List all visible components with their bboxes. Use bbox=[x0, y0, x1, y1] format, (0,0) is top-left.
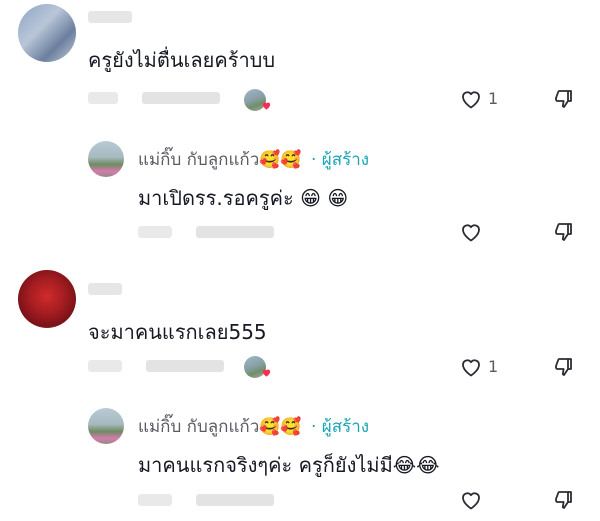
heart-outline-icon[interactable] bbox=[458, 87, 484, 111]
reply-timestamp-blurred bbox=[138, 226, 172, 238]
creator-avatar[interactable] bbox=[88, 408, 124, 444]
thumbs-down-icon[interactable] bbox=[552, 355, 576, 379]
red-heart-badge-icon bbox=[262, 102, 271, 110]
red-heart-badge-icon bbox=[262, 369, 271, 377]
commenter-avatar[interactable] bbox=[18, 270, 76, 328]
reply-button-blurred[interactable] bbox=[196, 494, 274, 506]
reply-text: มาคนแรกจริงๆค่ะ ครูก็ยังไม่มี😂😂 bbox=[138, 453, 440, 477]
reply-button-blurred[interactable] bbox=[142, 92, 220, 104]
like-count: 1 bbox=[488, 89, 499, 108]
comment-text: ครูยังไม่ตื่นเลยคร้าบบ bbox=[88, 48, 276, 72]
creator-display-name[interactable]: แม่กิ๊บ กับลูกแก้ว🥰🥰 bbox=[138, 417, 302, 437]
thumbs-down-icon[interactable] bbox=[552, 87, 576, 111]
thumbs-down-icon[interactable] bbox=[552, 220, 576, 244]
creator-display-name[interactable]: แม่กิ๊บ กับลูกแก้ว🥰🥰 bbox=[138, 150, 302, 170]
creator-tag: · ผู้สร้าง bbox=[310, 150, 370, 170]
reply-text: มาเปิดรร.รอครูค่ะ 😁 😁 bbox=[138, 186, 349, 210]
creator-tag: · ผู้สร้าง bbox=[310, 417, 370, 437]
commenter-avatar[interactable] bbox=[18, 4, 76, 62]
heart-outline-icon[interactable] bbox=[458, 488, 484, 512]
reply-button-blurred[interactable] bbox=[146, 360, 224, 372]
commenter-name-blurred[interactable] bbox=[88, 11, 132, 23]
heart-outline-icon[interactable] bbox=[458, 355, 484, 379]
comment-text: จะมาคนแรกเลย555 bbox=[88, 320, 267, 344]
thumbs-down-icon[interactable] bbox=[552, 488, 576, 512]
reply-button-blurred[interactable] bbox=[196, 226, 274, 238]
creator-name[interactable]: แม่กิ๊บ กับลูกแก้ว🥰🥰 · ผู้สร้าง bbox=[138, 413, 369, 440]
comment-timestamp-blurred bbox=[88, 360, 122, 372]
comment-timestamp-blurred bbox=[88, 92, 118, 104]
like-count: 1 bbox=[488, 357, 499, 376]
commenter-name-blurred[interactable] bbox=[88, 283, 122, 295]
creator-name[interactable]: แม่กิ๊บ กับลูกแก้ว🥰🥰 · ผู้สร้าง bbox=[138, 146, 369, 173]
heart-outline-icon[interactable] bbox=[458, 220, 484, 244]
reply-timestamp-blurred bbox=[138, 494, 172, 506]
creator-avatar[interactable] bbox=[88, 141, 124, 177]
